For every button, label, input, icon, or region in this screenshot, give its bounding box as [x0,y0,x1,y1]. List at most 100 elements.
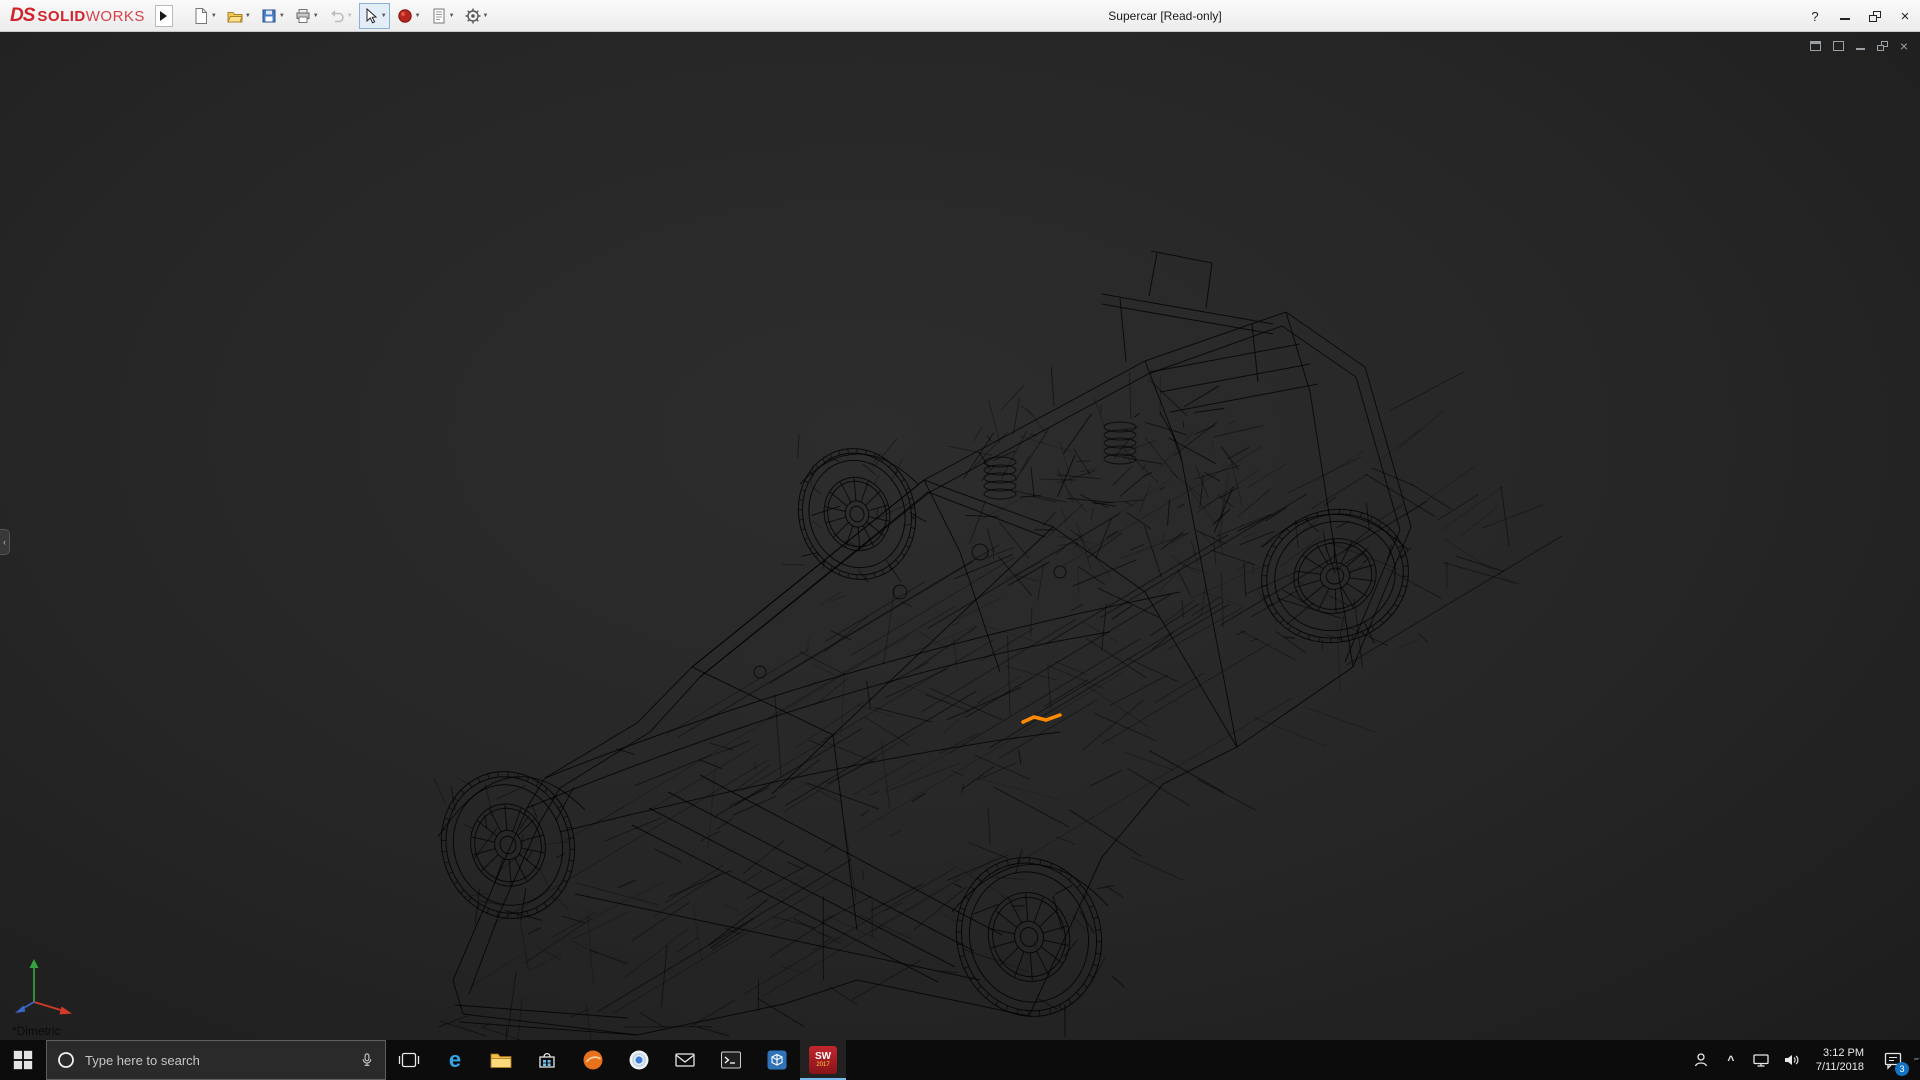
network-button[interactable] [1748,1040,1774,1080]
orientation-label: *Dimetric [12,1024,61,1038]
mail-icon [675,1053,695,1067]
help-button[interactable]: ? [1800,0,1830,32]
quick-access-toolbar: ▼ ▼ ▼ ▼ ▼ ▼ ▼ ▼ ▼ [189,2,492,29]
design-binder-button[interactable]: ▼ [427,3,458,29]
collapse-arrow-icon: ‹ [3,537,6,547]
dropdown-icon[interactable]: ▼ [211,13,217,19]
start-button[interactable] [0,1040,46,1080]
volume-button[interactable] [1778,1040,1804,1080]
restore-icon [1869,10,1881,22]
new-window-button[interactable] [1809,38,1821,54]
close-icon: × [1899,38,1908,54]
cad-viewer-icon [767,1050,787,1070]
taskbar-clock[interactable]: 3:12 PM 7/11/2018 [1808,1046,1872,1074]
orange-app-icon [583,1050,603,1070]
app-titlebar: DS SOLIDWORKS ▼ ▼ ▼ ▼ ▼ ▼ ▼ ▼ ▼ Supercar… [0,0,1920,32]
print-button[interactable]: ▼ [291,3,322,29]
appearance-icon [397,8,412,23]
close-button[interactable]: × [1890,0,1920,32]
doc-close-button[interactable]: × [1900,38,1908,54]
ds-logo-icon: DS [10,4,35,26]
doc-restore-button[interactable] [1876,38,1888,54]
dropdown-icon[interactable]: ▼ [483,13,489,19]
store-button[interactable] [524,1040,570,1080]
minimize-icon [1840,12,1850,20]
cad-viewer-button[interactable] [754,1040,800,1080]
edge-button[interactable]: e [432,1040,478,1080]
split-window-button[interactable] [1832,38,1844,54]
file-explorer-button[interactable] [478,1040,524,1080]
solidworks-2017-icon: SW 2017 [809,1046,837,1074]
clock-time: 3:12 PM [1823,1047,1864,1059]
windows-logo-icon [13,1050,33,1070]
appearance-button[interactable]: ▼ [393,3,424,29]
restore-button[interactable] [1860,0,1890,32]
store-icon [539,1052,555,1068]
taskbar-spacer [846,1040,1688,1080]
toolbar-expand-arrow[interactable] [154,4,173,27]
task-view-button[interactable] [386,1040,432,1080]
show-desktop-button[interactable] [1914,1058,1920,1062]
solidworks-logo: DS SOLIDWORKS [0,5,145,27]
panel-flyout-tab[interactable]: ‹ [0,529,10,555]
chevron-up-icon: ^ [1727,1053,1735,1067]
clock-date: 7/11/2018 [1815,1061,1864,1073]
doc-minimize-button[interactable] [1855,38,1865,54]
window-controls: ? × [1800,0,1920,32]
open-button[interactable]: ▼ [223,3,254,29]
brand-works-text: WORKS [85,7,145,25]
save-button[interactable]: ▼ [257,3,288,29]
command-prompt-button[interactable] [708,1040,754,1080]
new-document-icon [195,7,207,24]
minimize-button[interactable] [1830,0,1860,32]
notification-badge: 3 [1895,1062,1909,1076]
y-axis-arrow [29,959,39,968]
new-document-button[interactable]: ▼ [189,3,220,29]
dropdown-icon[interactable]: ▼ [449,13,455,19]
browser-button[interactable] [616,1040,662,1080]
search-placeholder: Type here to search [85,1052,200,1068]
undo-button[interactable]: ▼ [325,3,356,29]
dropdown-icon[interactable]: ▼ [415,13,421,19]
options-gear-icon [465,8,481,23]
taskbar: Type here to search e SW 2017 ^ 3:12 PM … [0,1040,1920,1080]
mail-button[interactable] [662,1040,708,1080]
undo-icon [330,9,344,22]
close-icon: × [1900,7,1910,25]
task-view-icon [398,1052,420,1068]
select-cursor-icon [366,7,377,23]
print-icon [296,8,310,23]
dropdown-icon[interactable]: ▼ [279,13,285,19]
dropdown-icon[interactable]: ▼ [245,13,251,19]
dropdown-icon[interactable]: ▼ [381,13,387,19]
design-binder-icon [433,8,445,23]
people-icon [1694,1053,1707,1067]
dropdown-icon[interactable]: ▼ [347,13,353,19]
wireframe-model[interactable] [0,32,1920,1040]
restore-icon [1876,41,1888,51]
action-center-button[interactable]: 3 [1876,1040,1910,1080]
right-triangle-icon [160,10,168,21]
network-icon [1753,1054,1769,1067]
people-button[interactable] [1688,1040,1714,1080]
microphone-icon[interactable] [359,1051,375,1069]
volume-icon [1784,1055,1799,1065]
command-prompt-icon [721,1051,741,1069]
graphics-viewport[interactable]: × *Dimetric ‹ [0,32,1920,1040]
select-button[interactable]: ▼ [358,2,390,29]
file-explorer-icon [490,1053,512,1068]
screen: DS SOLIDWORKS ▼ ▼ ▼ ▼ ▼ ▼ ▼ ▼ ▼ Supercar… [0,0,1920,1080]
x-axis-arrow [59,1006,72,1015]
browser-icon [629,1050,649,1070]
window-title: Supercar [Read-only] [1108,8,1222,23]
solidworks-2017-button[interactable]: SW 2017 [800,1040,846,1080]
taskbar-search[interactable]: Type here to search [46,1040,386,1080]
split-window-icon [1832,41,1844,51]
dropdown-icon[interactable]: ▼ [313,13,319,19]
edge-icon: e [448,1047,462,1072]
brand-solid-text: SOLID [37,7,86,25]
hidden-icons-button[interactable]: ^ [1718,1040,1744,1080]
system-tray: ^ 3:12 PM 7/11/2018 3 [1688,1040,1920,1080]
orange-app-button[interactable] [570,1040,616,1080]
options-button[interactable]: ▼ [461,3,492,29]
